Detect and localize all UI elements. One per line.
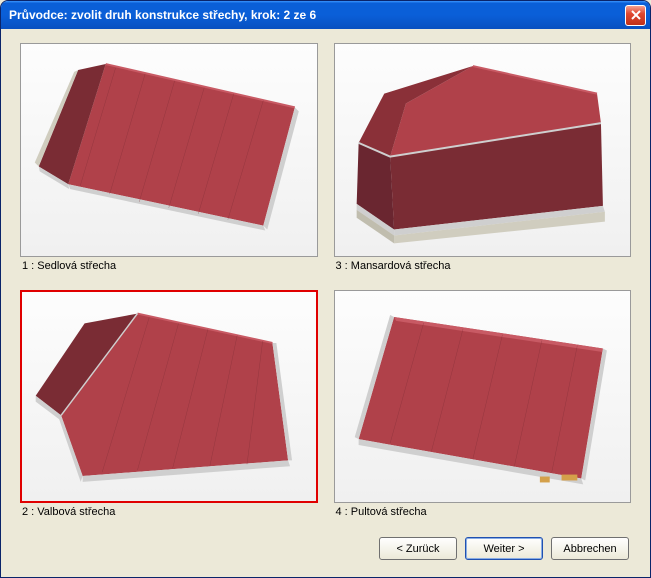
roof-option: 2 : Valbová střecha — [20, 290, 318, 519]
window-title: Průvodce: zvolit druh konstrukce střechy… — [9, 8, 625, 22]
titlebar: Průvodce: zvolit druh konstrukce střechy… — [1, 1, 650, 29]
roof-mansard-icon — [335, 44, 631, 256]
roof-option-mansard[interactable] — [334, 43, 632, 257]
roof-shed-icon — [335, 291, 631, 503]
roof-option-label: 3 : Mansardová střecha — [334, 260, 632, 272]
roof-option-label: 2 : Valbová střecha — [20, 506, 318, 518]
roof-option-gable[interactable] — [20, 43, 318, 257]
close-icon — [630, 9, 642, 21]
roof-hip-icon — [22, 292, 316, 502]
roof-option: 1 : Sedlová střecha — [20, 43, 318, 272]
back-button[interactable]: < Zurück — [379, 537, 457, 560]
client-area: 1 : Sedlová střecha — [4, 29, 647, 574]
roof-option-shed[interactable] — [334, 290, 632, 504]
roof-option: 3 : Mansardová střecha — [334, 43, 632, 272]
wizard-button-row: < Zurück Weiter > Abbrechen — [379, 537, 629, 560]
wizard-window: Průvodce: zvolit druh konstrukce střechy… — [0, 0, 651, 578]
roof-option-hip[interactable] — [20, 290, 318, 504]
cancel-button[interactable]: Abbrechen — [551, 537, 629, 560]
roof-option-label: 4 : Pultová střecha — [334, 506, 632, 518]
close-button[interactable] — [625, 5, 646, 26]
roof-gable-icon — [21, 44, 317, 256]
roof-option-label: 1 : Sedlová střecha — [20, 260, 318, 272]
next-button[interactable]: Weiter > — [465, 537, 543, 560]
roof-option: 4 : Pultová střecha — [334, 290, 632, 519]
roof-option-grid: 1 : Sedlová střecha — [20, 43, 631, 518]
